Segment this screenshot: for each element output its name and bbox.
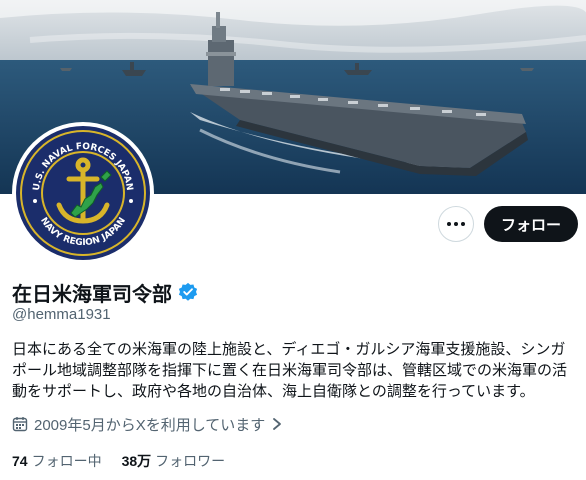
follow-button[interactable]: フォロー (484, 206, 578, 242)
following-link[interactable]: 74 フォロー中 (12, 451, 102, 471)
profile-bio: 日本にある全ての米海軍の陸上施設と、ディエゴ・ガルシア海軍支援施設、シンガ ポー… (12, 341, 568, 400)
profile-avatar[interactable]: U.S. NAVAL FORCES JAPAN NAVY REGION JAPA… (12, 122, 154, 264)
calendar-icon (12, 417, 28, 432)
followers-label: フォロワー (155, 453, 226, 469)
display-name-row: 在日米海軍司令部 (12, 278, 198, 306)
followers-link[interactable]: 38万 フォロワー (122, 451, 226, 471)
followers-count: 38万 (121, 453, 152, 469)
profile-stats: 74 フォロー中 38万 フォロワー (12, 450, 225, 472)
navy-region-japan-seal-icon: U.S. NAVAL FORCES JAPAN NAVY REGION JAPA… (16, 126, 150, 260)
following-count: 74 (12, 453, 28, 469)
chevron-right-icon (273, 418, 282, 430)
joined-text: 2009年5月からXを利用しています (34, 416, 266, 434)
profile-handle: @hemma1931 (12, 306, 111, 323)
display-name: 在日米海軍司令部 (12, 283, 172, 306)
joined-date[interactable]: 2009年5月からXを利用しています (12, 413, 283, 435)
ellipsis-icon (447, 222, 465, 226)
more-options-button[interactable] (438, 206, 474, 242)
verified-badge-icon[interactable] (178, 282, 198, 302)
following-label: フォロー中 (31, 453, 102, 469)
